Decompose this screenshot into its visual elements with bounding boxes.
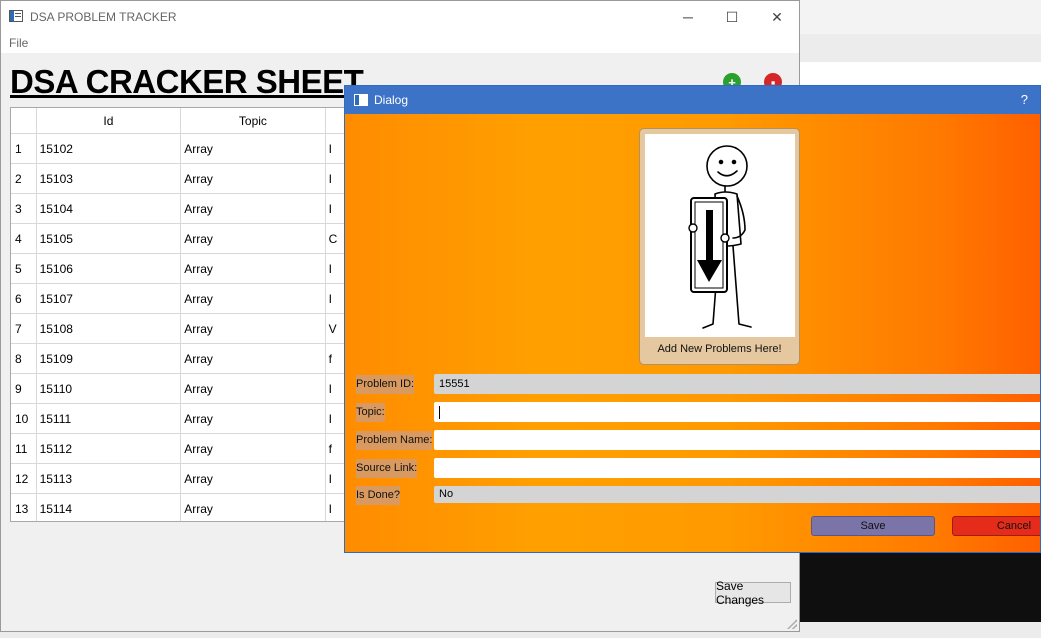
row-number[interactable]: 11	[11, 433, 37, 464]
cell-topic[interactable]: Array	[180, 343, 326, 374]
table-row[interactable]: 1 15102 Array I	[11, 133, 349, 164]
menu-file[interactable]: File	[9, 36, 28, 50]
help-button[interactable]: ?	[1021, 92, 1028, 107]
is-done-label: Is Done?	[356, 486, 401, 505]
corner-header[interactable]	[11, 108, 37, 134]
dialog-save-button[interactable]: Save	[811, 516, 935, 536]
add-problem-dialog: Dialog ? Add New Problems Here! Problem …	[344, 85, 1041, 553]
row-number[interactable]: 5	[11, 253, 37, 284]
cell-topic[interactable]: Array	[180, 253, 326, 284]
background-statusbar	[800, 622, 1041, 638]
cell-topic[interactable]: Array	[180, 193, 326, 224]
maximize-button[interactable]: ☐	[709, 1, 755, 33]
row-number[interactable]: 1	[11, 133, 37, 164]
problem-name-label: Problem Name:	[356, 431, 433, 450]
problem-id-field: 15551	[434, 374, 1040, 394]
image-card: Add New Problems Here!	[639, 128, 800, 365]
dialog-cancel-button[interactable]: Cancel	[952, 516, 1040, 536]
cell-id[interactable]: 15105	[36, 223, 182, 254]
cell-id[interactable]: 15108	[36, 313, 182, 344]
page-heading: DSA CRACKER SHEET	[10, 63, 364, 100]
table-row[interactable]: 11 15112 Array f	[11, 433, 349, 464]
background-editor-header: 1 64 ✓ 2	[800, 62, 1041, 144]
image-caption: Add New Problems Here!	[657, 343, 782, 355]
table-row[interactable]: 8 15109 Array f	[11, 343, 349, 374]
cell-id[interactable]: 15110	[36, 373, 182, 404]
cell-topic[interactable]: Array	[180, 133, 326, 164]
minimize-button[interactable]: ─	[665, 1, 711, 33]
cell-topic[interactable]: Array	[180, 493, 326, 521]
table-row[interactable]: 13 15114 Array I	[11, 493, 349, 521]
dialog-title: Dialog	[374, 93, 409, 107]
problems-table[interactable]: Id Topic 1 15102 Array I 2 15103 Array I 3 15104 A…	[10, 107, 350, 522]
save-changes-button[interactable]: Save Changes	[715, 579, 791, 607]
row-number[interactable]: 6	[11, 283, 37, 314]
row-number[interactable]: 3	[11, 193, 37, 224]
table-header-row: Id Topic	[11, 108, 349, 134]
cell-topic[interactable]: Array	[180, 403, 326, 434]
cell-id[interactable]: 15103	[36, 163, 182, 194]
table-row[interactable]: 9 15110 Array I	[11, 373, 349, 404]
cell-topic[interactable]: Array	[180, 283, 326, 314]
close-button[interactable]: ✕	[754, 1, 800, 33]
problem-name-input[interactable]	[434, 430, 1040, 450]
background-toolbar	[800, 0, 1041, 35]
cell-topic[interactable]: Array	[180, 163, 326, 194]
row-number[interactable]: 7	[11, 313, 37, 344]
row-number[interactable]: 8	[11, 343, 37, 374]
row-number[interactable]: 9	[11, 373, 37, 404]
is-done-select[interactable]: No	[434, 486, 1040, 503]
column-header-topic[interactable]: Topic	[180, 108, 326, 134]
background-tabbar	[800, 34, 1041, 63]
row-number[interactable]: 13	[11, 493, 37, 521]
cell-id[interactable]: 15104	[36, 193, 182, 224]
problem-id-label: Problem ID:	[356, 375, 415, 394]
title-bar: DSA PROBLEM TRACKER ─ ☐ ✕	[1, 1, 799, 33]
cell-id[interactable]: 15107	[36, 283, 182, 314]
text-caret	[439, 405, 440, 419]
cell-id[interactable]: 15111	[36, 403, 182, 434]
cell-id[interactable]: 15109	[36, 343, 182, 374]
table-row[interactable]: 3 15104 Array I	[11, 193, 349, 224]
row-number[interactable]: 4	[11, 223, 37, 254]
cell-topic[interactable]: Array	[180, 373, 326, 404]
source-link-input[interactable]	[434, 458, 1040, 478]
table-row[interactable]: 4 15105 Array C	[11, 223, 349, 254]
table-row[interactable]: 12 15113 Array I	[11, 463, 349, 494]
column-header-id[interactable]: Id	[36, 108, 182, 134]
cell-topic[interactable]: Array	[180, 313, 326, 344]
cell-id[interactable]: 15113	[36, 463, 182, 494]
table-row[interactable]: 10 15111 Array I	[11, 403, 349, 434]
stickman-pointing-down-illustration	[645, 134, 795, 337]
cell-id[interactable]: 15106	[36, 253, 182, 284]
topic-input[interactable]	[434, 402, 1040, 422]
table-row[interactable]: 6 15107 Array I	[11, 283, 349, 314]
cell-id[interactable]: 15114	[36, 493, 182, 521]
window-title: DSA PROBLEM TRACKER	[30, 10, 177, 24]
cell-topic[interactable]: Array	[180, 223, 326, 254]
topic-label: Topic:	[356, 403, 385, 422]
table-row[interactable]: 2 15103 Array I	[11, 163, 349, 194]
table-row[interactable]: 5 15106 Array I	[11, 253, 349, 284]
resize-grip[interactable]	[787, 619, 797, 629]
row-number[interactable]: 12	[11, 463, 37, 494]
app-icon	[9, 10, 23, 22]
cell-topic[interactable]: Array	[180, 463, 326, 494]
menu-bar: File	[1, 33, 799, 53]
row-number[interactable]: 2	[11, 163, 37, 194]
source-link-label: Source Link:	[356, 459, 418, 478]
dialog-title-bar: Dialog ?	[345, 86, 1040, 114]
dialog-app-icon	[354, 94, 368, 106]
cell-id[interactable]: 15112	[36, 433, 182, 464]
background-terminal	[800, 552, 1041, 622]
cell-topic[interactable]: Array	[180, 433, 326, 464]
row-number[interactable]: 10	[11, 403, 37, 434]
table-row[interactable]: 7 15108 Array V	[11, 313, 349, 344]
cell-id[interactable]: 15102	[36, 133, 182, 164]
